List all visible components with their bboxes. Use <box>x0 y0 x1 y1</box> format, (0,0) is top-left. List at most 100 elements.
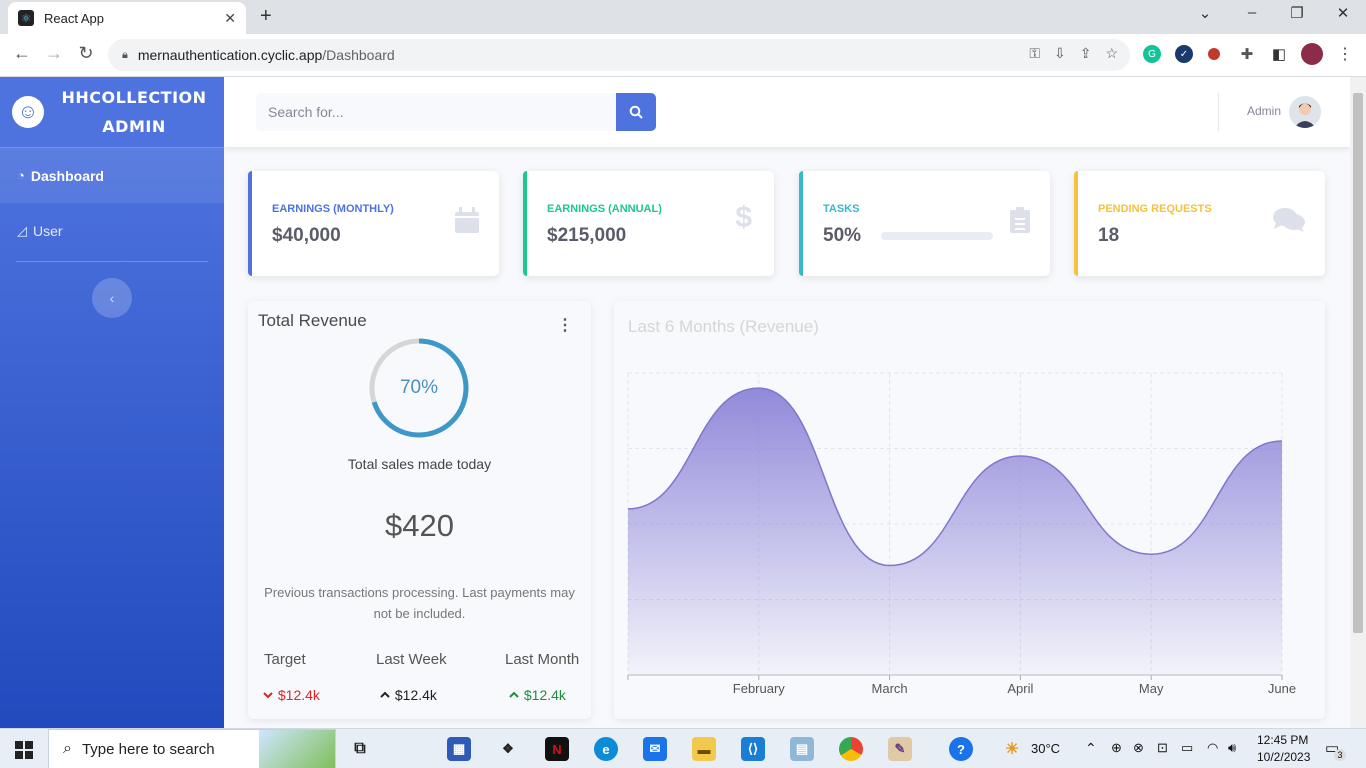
dropbox-icon[interactable]: ❖ <box>496 737 520 761</box>
restore-icon[interactable]: ❐ <box>1282 4 1312 22</box>
clock-date[interactable]: 10/2/2023 <box>1257 750 1310 764</box>
record-extension-icon[interactable] <box>1208 48 1220 60</box>
sidebar-item-dashboard[interactable]: ◔ Dashboard <box>0 147 224 203</box>
stat-label-last-week: Last Week <box>376 651 447 668</box>
revenue-chart-panel: Last 6 Months (Revenue) February March Apr… <box>614 301 1325 719</box>
tray-app-icon[interactable]: ⊕ <box>1111 740 1122 756</box>
card-value: $215,000 <box>547 225 627 246</box>
windows-start-icon[interactable] <box>15 741 33 759</box>
tray-chevron-icon[interactable]: ⌃ <box>1085 740 1097 757</box>
scrollbar-thumb[interactable] <box>1353 93 1363 633</box>
sidebar-divider <box>16 261 208 262</box>
battery-icon[interactable]: ▭ <box>1181 740 1193 756</box>
notification-count-badge: 3 <box>1334 749 1346 761</box>
store-icon[interactable]: ▦ <box>447 737 471 761</box>
total-revenue-panel: Total Revenue ⋮ 70% Total sales made tod… <box>248 301 591 719</box>
profile-avatar[interactable] <box>1301 43 1323 65</box>
tasks-progress-bar <box>881 232 993 240</box>
taskbar-search-box[interactable]: ⌕ Type here to search <box>48 729 336 768</box>
forward-icon[interactable]: → <box>42 43 66 64</box>
x-tick-label: May <box>1139 681 1164 696</box>
stat-value-target: $12.4k <box>262 687 320 703</box>
tray-sync-icon[interactable]: ⊗ <box>1133 740 1144 756</box>
chevron-down-icon <box>263 692 273 699</box>
install-icon[interactable]: ⇩ <box>1054 45 1066 62</box>
pending-requests-card: Pending Requests 18 <box>1074 171 1325 276</box>
card-label: Earnings (Annual) <box>547 203 662 215</box>
reload-icon[interactable]: ↻ <box>74 43 98 64</box>
chart-area-icon: ◿ <box>17 223 27 238</box>
ring-percent-label: 70% <box>399 377 439 398</box>
more-vertical-icon[interactable]: ⋮ <box>557 315 573 335</box>
edge-icon[interactable]: e <box>594 737 618 761</box>
page-scrollbar[interactable] <box>1350 77 1366 728</box>
close-tab-icon[interactable]: ✕ <box>224 10 236 27</box>
notepad-icon[interactable]: ▤ <box>790 737 814 761</box>
stat-label-target: Target <box>264 651 306 668</box>
bookmark-star-icon[interactable]: ☆ <box>1105 45 1118 62</box>
sidebar-item-label: User <box>33 223 63 239</box>
topbar-divider <box>1218 93 1219 131</box>
key-icon[interactable]: ⚿ <box>1029 45 1040 62</box>
browser-menu-icon[interactable]: ⋮ <box>1336 45 1354 63</box>
address-bar[interactable]: 🔒︎ mernauthentication.cyclic.app/Dashboa… <box>108 39 1130 71</box>
user-name[interactable]: Admin <box>1247 104 1281 118</box>
tray-display-icon[interactable]: ⊡ <box>1157 740 1168 756</box>
search-icon: ⌕ <box>63 740 72 757</box>
card-value: 18 <box>1098 225 1120 246</box>
vscode-icon[interactable]: ⟨⟩ <box>741 737 765 761</box>
sidebar-toggle-button[interactable]: ‹ <box>92 278 132 318</box>
card-accent <box>1074 171 1078 276</box>
lock-icon[interactable]: 🔒︎ <box>122 49 128 62</box>
brand-title: HHCOLLECTION ADMIN <box>61 88 207 136</box>
chevron-left-icon: ‹ <box>109 290 115 306</box>
search-button[interactable] <box>616 93 656 131</box>
window-close-icon[interactable]: ✕ <box>1328 4 1358 22</box>
card-value: 50% <box>823 225 862 246</box>
minimize-icon[interactable]: – <box>1237 4 1267 21</box>
clock-time[interactable]: 12:45 PM <box>1257 733 1308 747</box>
browser-tab[interactable]: ⚛ React App ✕ <box>8 2 246 34</box>
wifi-icon[interactable]: ◠ <box>1207 740 1218 756</box>
mail-icon[interactable]: ✉ <box>643 737 667 761</box>
x-tick-label: February <box>733 681 786 696</box>
search-input[interactable] <box>256 93 616 131</box>
avatar[interactable] <box>1289 96 1321 128</box>
brand[interactable]: ☺ HHCOLLECTION ADMIN <box>0 77 224 147</box>
paint-icon[interactable]: ✎ <box>888 737 912 761</box>
clipboard-icon <box>1010 207 1030 240</box>
task-view-icon[interactable]: ⧉ <box>348 737 372 761</box>
gauge-icon: ◔ <box>17 168 25 183</box>
taskbar: ⌕ Type here to search ⧉ ▦ ❖ N e ✉ ▬ ⟨⟩ ▤… <box>0 728 1366 768</box>
extensions-puzzle-icon[interactable]: ✚ <box>1238 45 1256 63</box>
x-tick-label: June <box>1268 681 1296 696</box>
new-tab-icon[interactable]: + <box>260 5 272 28</box>
checkmark-extension-icon[interactable]: ✓ <box>1175 45 1193 63</box>
sidebar-item-label: Dashboard <box>30 167 104 184</box>
chrome-icon[interactable] <box>839 737 863 761</box>
tasks-card: Tasks 50% <box>799 171 1050 276</box>
netflix-icon[interactable]: N <box>545 737 569 761</box>
sidebar: ☺ HHCOLLECTION ADMIN ◔ Dashboard ◿ User … <box>0 77 224 728</box>
card-label: Pending Requests <box>1098 203 1212 215</box>
side-panel-icon[interactable]: ◧ <box>1270 45 1288 63</box>
sidebar-item-user[interactable]: ◿ User <box>0 203 224 259</box>
weather-temp[interactable]: 30°C <box>1031 741 1060 756</box>
share-icon[interactable]: ⇪ <box>1080 45 1092 62</box>
card-accent <box>799 171 803 276</box>
browser-tabstrip: ⚛ React App ✕ + ⌄ – ❐ ✕ <box>0 0 1366 34</box>
tab-search-icon[interactable]: ⌄ <box>1190 4 1220 22</box>
grammarly-icon[interactable]: G <box>1143 45 1161 63</box>
chart-area <box>628 388 1282 675</box>
card-label: Earnings (Monthly) <box>272 203 394 215</box>
x-tick-label: March <box>872 681 908 696</box>
weather-sun-icon[interactable]: ☀ <box>1000 737 1024 761</box>
back-icon[interactable]: ← <box>10 43 34 64</box>
file-explorer-icon[interactable]: ▬ <box>692 737 716 761</box>
help-icon[interactable]: ? <box>949 737 973 761</box>
card-value: $40,000 <box>272 225 341 246</box>
stat-value-last-month: $12.4k <box>508 687 566 703</box>
earnings-annual-card: Earnings (Annual) $215,000 $ <box>523 171 774 276</box>
search-icon <box>629 105 643 119</box>
volume-icon[interactable]: 🔊︎ <box>1228 740 1236 756</box>
